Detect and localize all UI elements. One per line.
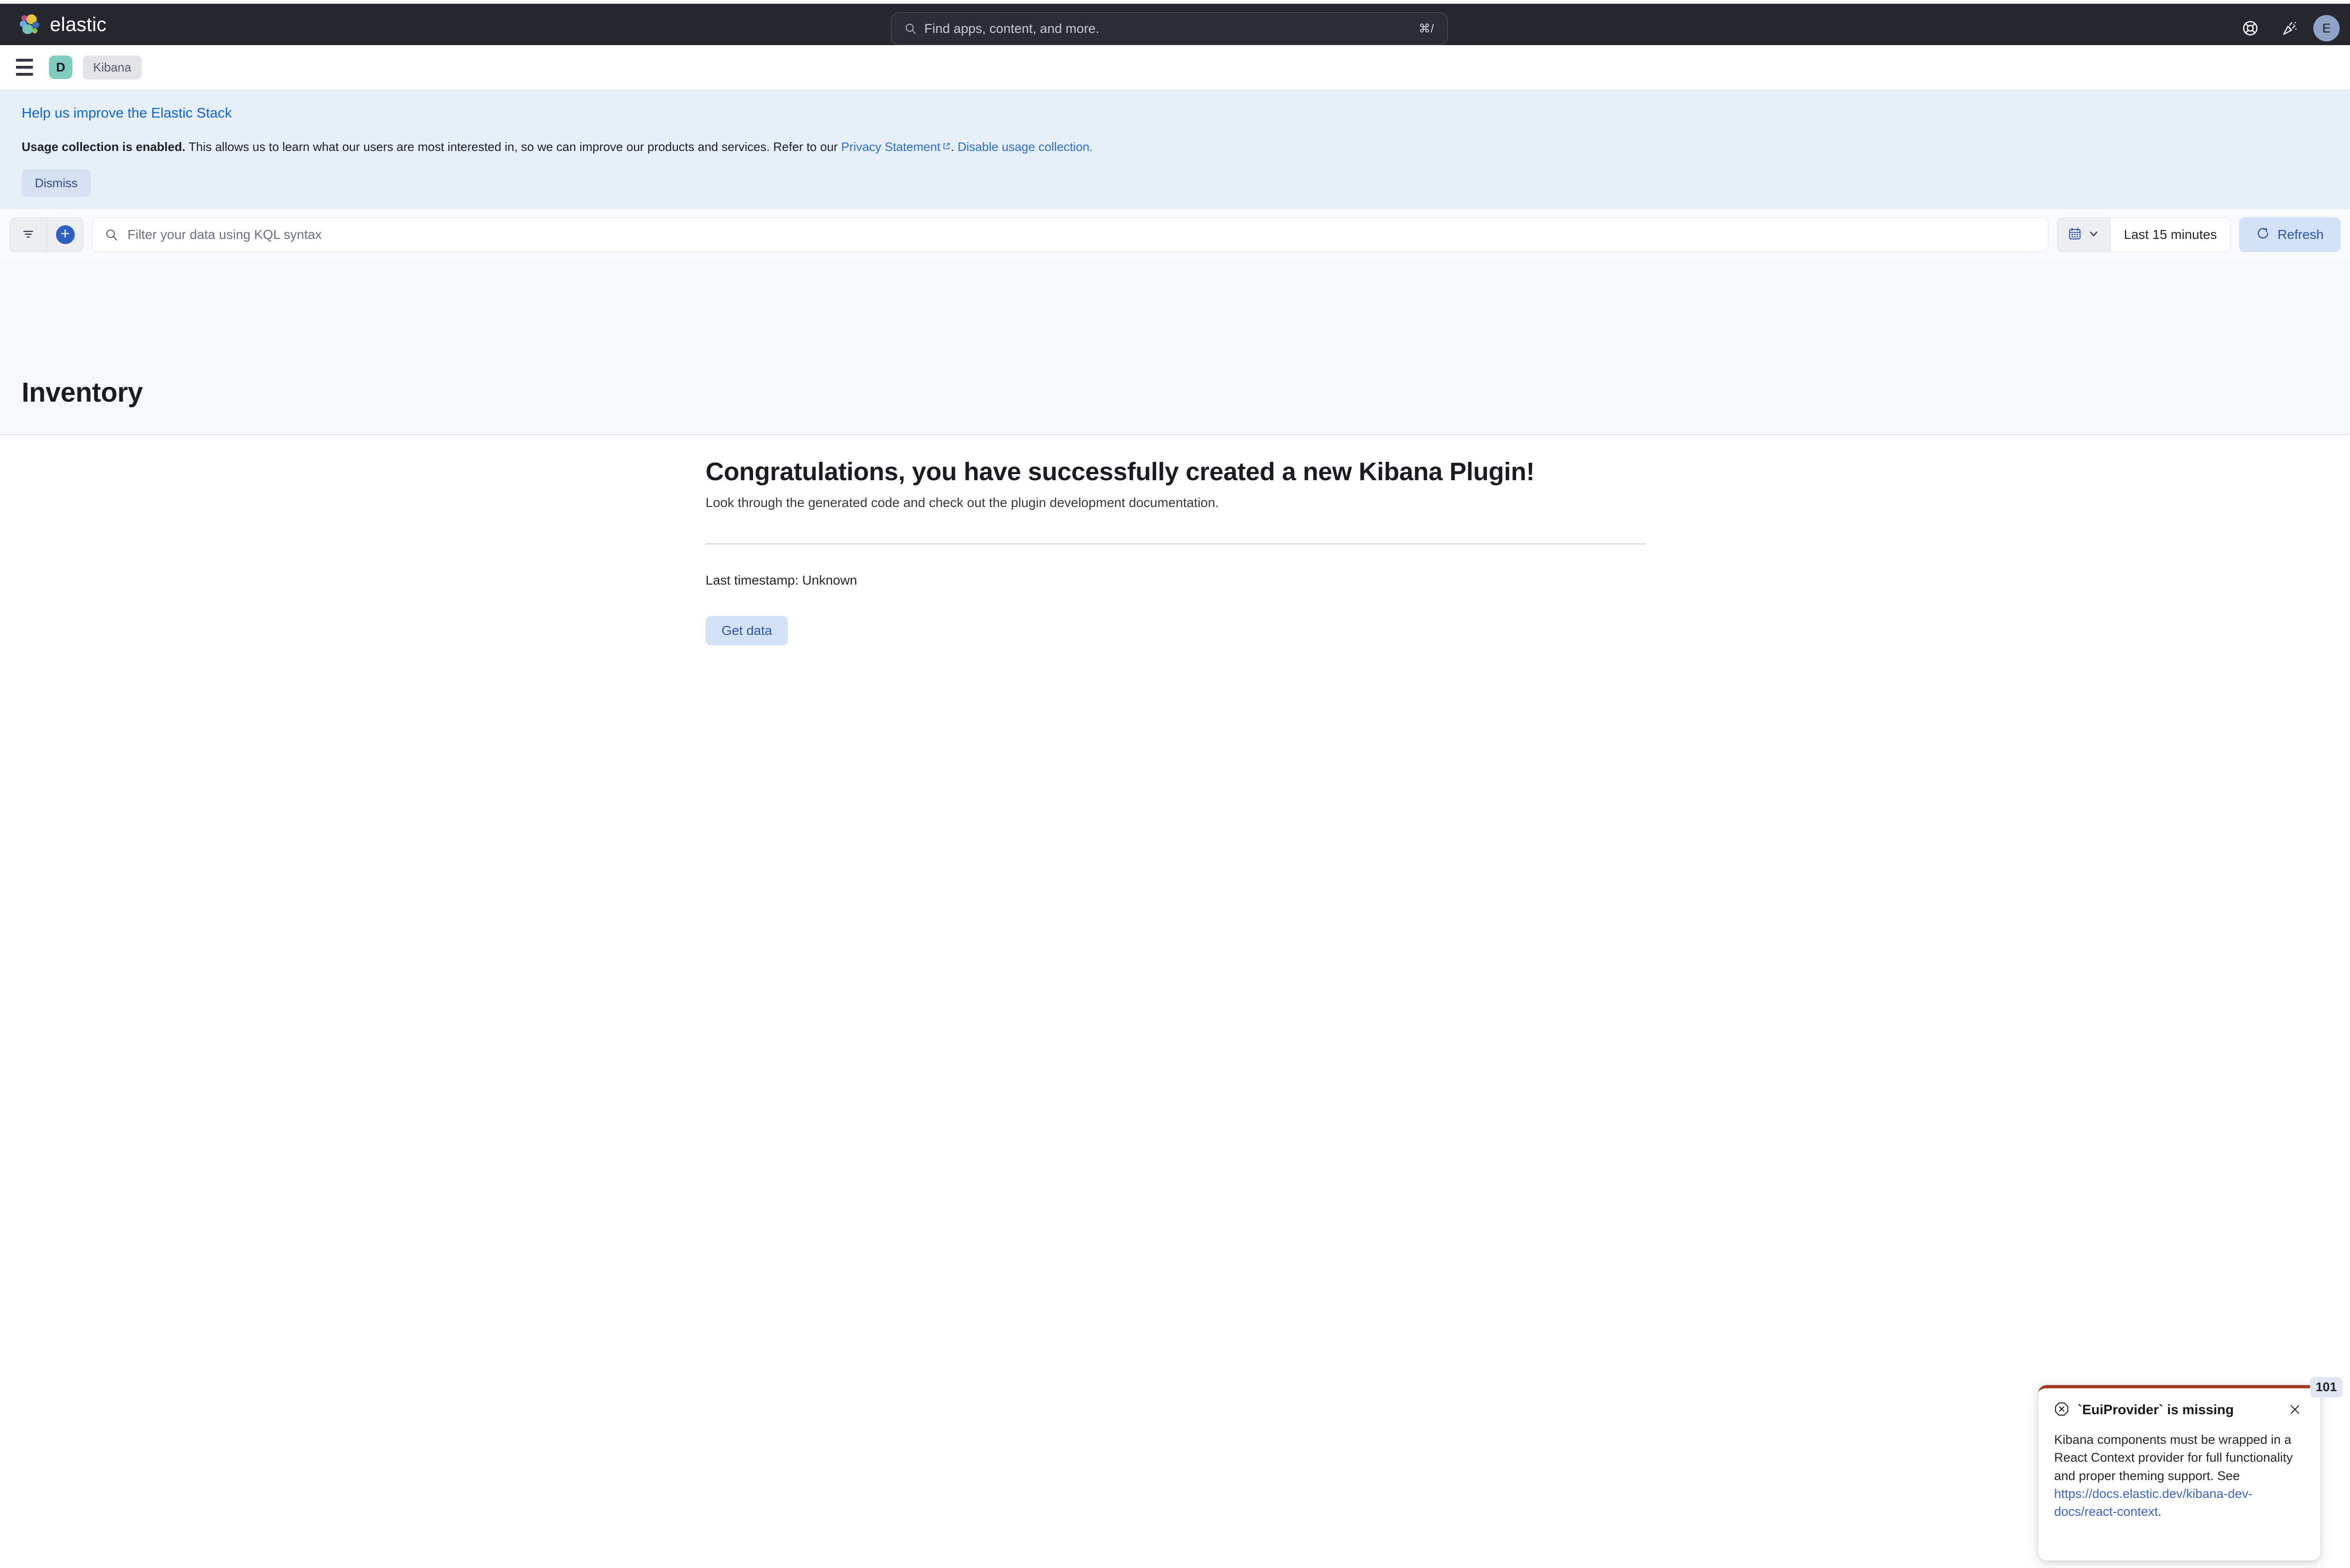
telemetry-banner-body-text: This allows us to learn what our users a…: [185, 140, 842, 154]
global-search-input[interactable]: Find apps, content, and more. ⌘/: [891, 12, 1448, 45]
telemetry-banner-title: Help us improve the Elastic Stack: [22, 105, 232, 121]
news-feed-button[interactable]: [2274, 12, 2306, 44]
toast-close-button[interactable]: [2286, 1401, 2304, 1419]
error-octagon-icon: [2054, 1402, 2069, 1419]
external-link-icon: [942, 139, 951, 155]
add-filter-plus-icon: +: [56, 225, 75, 244]
page-title: Inventory: [22, 377, 143, 408]
life-preserver-icon: [2242, 20, 2258, 36]
hamburger-menu-icon[interactable]: [14, 55, 39, 79]
search-icon: [905, 23, 917, 35]
toast-body-text: Kibana components must be wrapped in a R…: [2054, 1433, 2293, 1483]
refresh-label: Refresh: [2277, 227, 2324, 242]
query-bar: + Filter your data using KQL syntax Last…: [0, 209, 2350, 260]
date-range-display[interactable]: Last 15 minutes: [2111, 218, 2230, 252]
chevron-down-icon: [2088, 228, 2100, 242]
toast-title: `EuiProvider` is missing: [2078, 1402, 2234, 1418]
header-actions: E: [2234, 8, 2340, 49]
app-root: elastic Find apps, content, and more. ⌘/: [0, 0, 2350, 1568]
telemetry-banner-body-mid: .: [951, 140, 958, 154]
elastic-logo: [17, 12, 41, 37]
refresh-icon: [2256, 226, 2270, 244]
global-header: elastic Find apps, content, and more. ⌘/: [0, 4, 2350, 45]
horizontal-rule: [706, 543, 1645, 545]
toast-notification: `EuiProvider` is missing Kibana componen…: [2038, 1385, 2320, 1560]
filter-options-button[interactable]: [10, 218, 47, 252]
breadcrumb-item-kibana[interactable]: Kibana: [83, 55, 142, 79]
elastic-brand[interactable]: elastic: [17, 12, 106, 37]
toast-body: Kibana components must be wrapped in a R…: [2054, 1431, 2304, 1521]
toast-count-badge: 101: [2310, 1377, 2343, 1397]
disable-usage-collection-link[interactable]: Disable usage collection.: [958, 140, 1093, 154]
toast-body-tail: .: [2158, 1505, 2162, 1519]
date-picker: Last 15 minutes: [2057, 217, 2231, 252]
kql-search-input[interactable]: Filter your data using KQL syntax: [92, 217, 2049, 252]
dismiss-button[interactable]: Dismiss: [22, 169, 91, 197]
telemetry-banner: Help us improve the Elastic Stack Usage …: [0, 89, 2350, 209]
global-search-placeholder: Find apps, content, and more.: [924, 21, 1099, 36]
page-header: Inventory: [0, 260, 2350, 435]
privacy-statement-link[interactable]: Privacy Statement: [841, 140, 940, 154]
filter-icon: [21, 227, 35, 243]
welcome-subheading: Look through the generated code and chec…: [706, 495, 1219, 510]
date-quick-select-button[interactable]: [2057, 218, 2111, 252]
confetti-icon: [2282, 20, 2298, 36]
hamburger-line: [16, 73, 33, 76]
breadcrumb: D Kibana: [0, 45, 2350, 89]
add-filter-button[interactable]: +: [47, 218, 83, 252]
last-timestamp-label: Last timestamp: Unknown: [706, 573, 857, 588]
telemetry-banner-body-bold: Usage collection is enabled.: [22, 140, 186, 154]
hamburger-line: [16, 59, 33, 62]
telemetry-banner-body: Usage collection is enabled. This allows…: [22, 139, 2328, 155]
hamburger-line: [16, 66, 33, 69]
react-context-docs-link[interactable]: https://docs.elastic.dev/kibana-dev-docs…: [2054, 1487, 2253, 1519]
brand-name: elastic: [50, 13, 107, 35]
window-top-gap: [0, 0, 2350, 4]
close-icon: [2288, 1403, 2302, 1418]
main-content: Congratulations, you have successfully c…: [0, 436, 2350, 1568]
refresh-button[interactable]: Refresh: [2239, 217, 2341, 252]
plugin-welcome-block: Congratulations, you have successfully c…: [706, 457, 1646, 646]
space-avatar[interactable]: D: [49, 55, 72, 79]
search-icon: [105, 228, 118, 241]
help-button[interactable]: [2234, 12, 2266, 44]
get-data-button[interactable]: Get data: [706, 616, 788, 646]
avatar[interactable]: E: [2313, 15, 2340, 41]
search-shortcut-hint: ⌘/: [1419, 22, 1434, 35]
calendar-icon: [2068, 227, 2082, 243]
filter-controls: +: [9, 217, 84, 252]
toast-header: `EuiProvider` is missing: [2054, 1401, 2304, 1419]
global-search-wrap: Find apps, content, and more. ⌘/: [891, 12, 1448, 45]
welcome-heading: Congratulations, you have successfully c…: [706, 458, 1535, 486]
kql-placeholder: Filter your data using KQL syntax: [127, 227, 322, 242]
